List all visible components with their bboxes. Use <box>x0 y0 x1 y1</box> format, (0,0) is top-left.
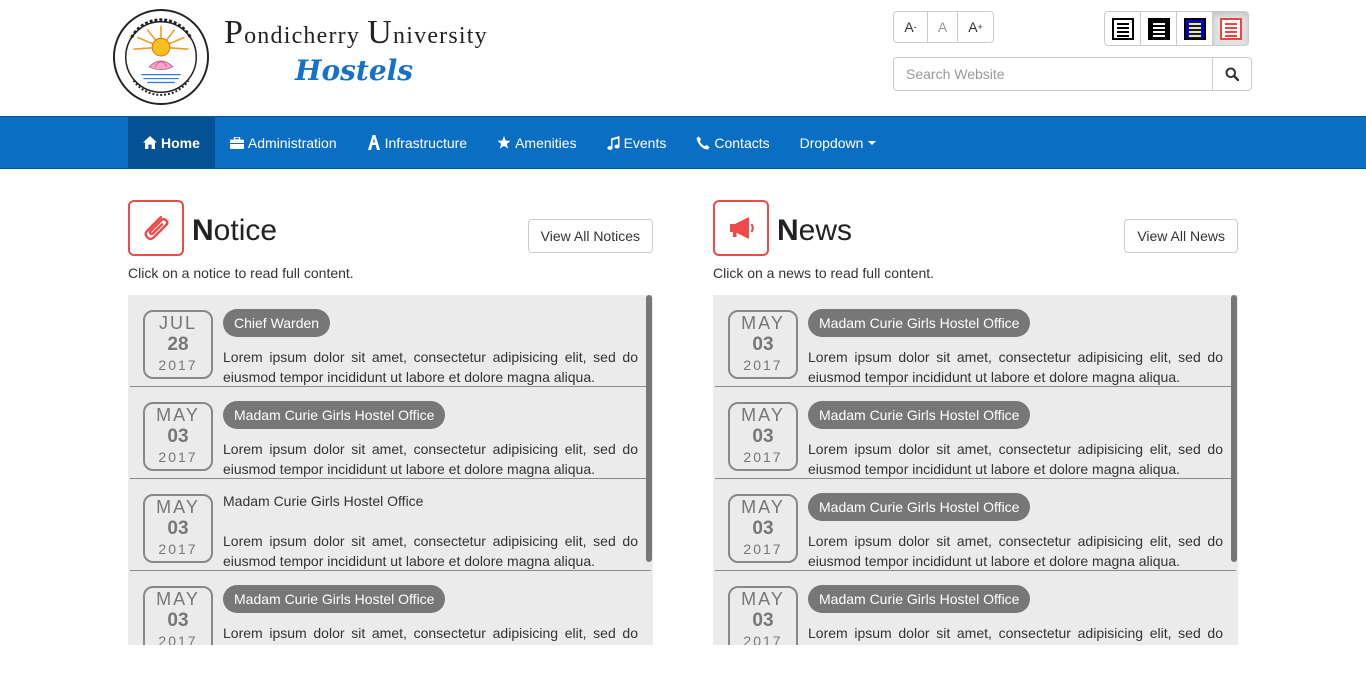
search-button[interactable] <box>1213 57 1252 91</box>
source-badge: Madam Curie Girls Hostel Office <box>223 585 446 613</box>
notice-item[interactable]: MAY 03 2017 Madam Curie Girls Hostel Off… <box>130 571 651 645</box>
caret-down-icon <box>868 140 877 145</box>
site-header: Pondicherry University Hostels A- A A + <box>0 0 1366 116</box>
nav-dropdown[interactable]: Dropdown <box>785 117 892 168</box>
source-label: Madam Curie Girls Hostel Office <box>223 493 424 509</box>
contrast-blue-yellow-icon <box>1183 17 1206 40</box>
date-badge: MAY 03 2017 <box>143 402 213 471</box>
nav-infrastructure[interactable]: Infrastructure <box>352 117 482 168</box>
phone-icon <box>696 135 710 150</box>
notice-item[interactable]: JUL 28 2017 Chief Warden Lorem ipsum dol… <box>130 295 651 387</box>
news-title: News <box>777 214 853 247</box>
contrast-blue-yellow-button[interactable] <box>1176 11 1213 46</box>
news-instructions: Click on a news to read full content. <box>713 265 935 281</box>
contrast-default-button[interactable] <box>1104 11 1141 46</box>
nav-administration[interactable]: Administration <box>215 117 352 168</box>
notice-title: Notice <box>192 214 278 247</box>
contrast-controls <box>1104 11 1249 46</box>
decrease-font-button[interactable]: A- <box>893 11 928 43</box>
date-badge: MAY 03 2017 <box>728 310 798 379</box>
view-all-notices-button[interactable]: View All Notices <box>527 219 653 253</box>
news-list[interactable]: MAY 03 2017 Madam Curie Girls Hostel Off… <box>713 295 1238 645</box>
notice-list[interactable]: JUL 28 2017 Chief Warden Lorem ipsum dol… <box>128 295 653 645</box>
contrast-red-button[interactable] <box>1212 11 1249 46</box>
main-navbar: Home Administration Infrastructure Ameni… <box>0 116 1366 169</box>
university-name: Pondicherry University <box>224 14 488 51</box>
notice-instructions: Click on a notice to read full content. <box>128 265 354 281</box>
date-badge: MAY 03 2017 <box>143 494 213 563</box>
news-scrollbar[interactable] <box>1231 295 1237 562</box>
music-icon <box>606 135 620 150</box>
tower-icon <box>367 135 381 150</box>
contrast-dark-icon <box>1147 17 1170 40</box>
notice-item[interactable]: MAY 03 2017 Madam Curie Girls Hostel Off… <box>130 479 651 571</box>
date-badge: MAY 03 2017 <box>728 586 798 645</box>
notice-scrollbar[interactable] <box>646 295 652 562</box>
notice-text: Lorem ipsum dolor sit amet, consectetur … <box>223 533 638 569</box>
briefcase-icon <box>229 136 244 149</box>
date-badge: MAY 03 2017 <box>728 494 798 563</box>
nav-contacts[interactable]: Contacts <box>681 117 784 168</box>
contrast-red-icon <box>1219 17 1242 40</box>
search-icon <box>1225 67 1239 81</box>
news-text: Lorem ipsum dolor sit amet, consectetur … <box>808 533 1223 569</box>
news-item[interactable]: MAY 03 2017 Madam Curie Girls Hostel Off… <box>715 387 1236 479</box>
date-badge: MAY 03 2017 <box>728 402 798 471</box>
notice-text: Lorem ipsum dolor sit amet, consectetur … <box>223 441 638 477</box>
main-nav: Home Administration Infrastructure Ameni… <box>128 117 891 168</box>
font-size-controls: A- A A + <box>893 11 994 43</box>
source-badge: Madam Curie Girls Hostel Office <box>808 585 1031 613</box>
increase-font-button[interactable]: A + <box>957 11 994 43</box>
news-item[interactable]: MAY 03 2017 Madam Curie Girls Hostel Off… <box>715 295 1236 387</box>
reset-font-button[interactable]: A <box>927 11 958 43</box>
source-badge: Chief Warden <box>223 309 331 337</box>
nav-amenities[interactable]: Amenities <box>482 117 591 168</box>
date-badge: MAY 03 2017 <box>143 586 213 645</box>
news-item[interactable]: MAY 03 2017 Madam Curie Girls Hostel Off… <box>715 479 1236 571</box>
source-badge: Madam Curie Girls Hostel Office <box>808 493 1031 521</box>
news-text: Lorem ipsum dolor sit amet, consectetur … <box>808 625 1223 641</box>
news-item[interactable]: MAY 03 2017 Madam Curie Girls Hostel Off… <box>715 571 1236 645</box>
paperclip-icon <box>128 200 184 256</box>
news-text: Lorem ipsum dolor sit amet, consectetur … <box>808 441 1223 477</box>
site-title[interactable]: Pondicherry University Hostels <box>224 14 488 87</box>
view-all-news-button[interactable]: View All News <box>1124 219 1238 253</box>
university-seal-logo[interactable] <box>112 8 210 106</box>
notice-text: Lorem ipsum dolor sit amet, consectetur … <box>223 349 638 385</box>
nav-home[interactable]: Home <box>128 117 215 168</box>
search-input[interactable] <box>893 57 1213 91</box>
contrast-default-icon <box>1111 17 1134 40</box>
star-icon <box>497 136 511 149</box>
contrast-dark-button[interactable] <box>1140 11 1177 46</box>
source-badge: Madam Curie Girls Hostel Office <box>223 401 446 429</box>
megaphone-icon <box>713 200 769 256</box>
home-icon <box>143 136 157 149</box>
source-badge: Madam Curie Girls Hostel Office <box>808 309 1031 337</box>
source-badge: Madam Curie Girls Hostel Office <box>808 401 1031 429</box>
nav-events[interactable]: Events <box>592 117 682 168</box>
notice-text: Lorem ipsum dolor sit amet, consectetur … <box>223 625 638 641</box>
search-form <box>893 57 1252 91</box>
date-badge: JUL 28 2017 <box>143 310 213 379</box>
notice-item[interactable]: MAY 03 2017 Madam Curie Girls Hostel Off… <box>130 387 651 479</box>
news-text: Lorem ipsum dolor sit amet, consectetur … <box>808 349 1223 385</box>
site-subtitle: Hostels <box>295 54 414 87</box>
